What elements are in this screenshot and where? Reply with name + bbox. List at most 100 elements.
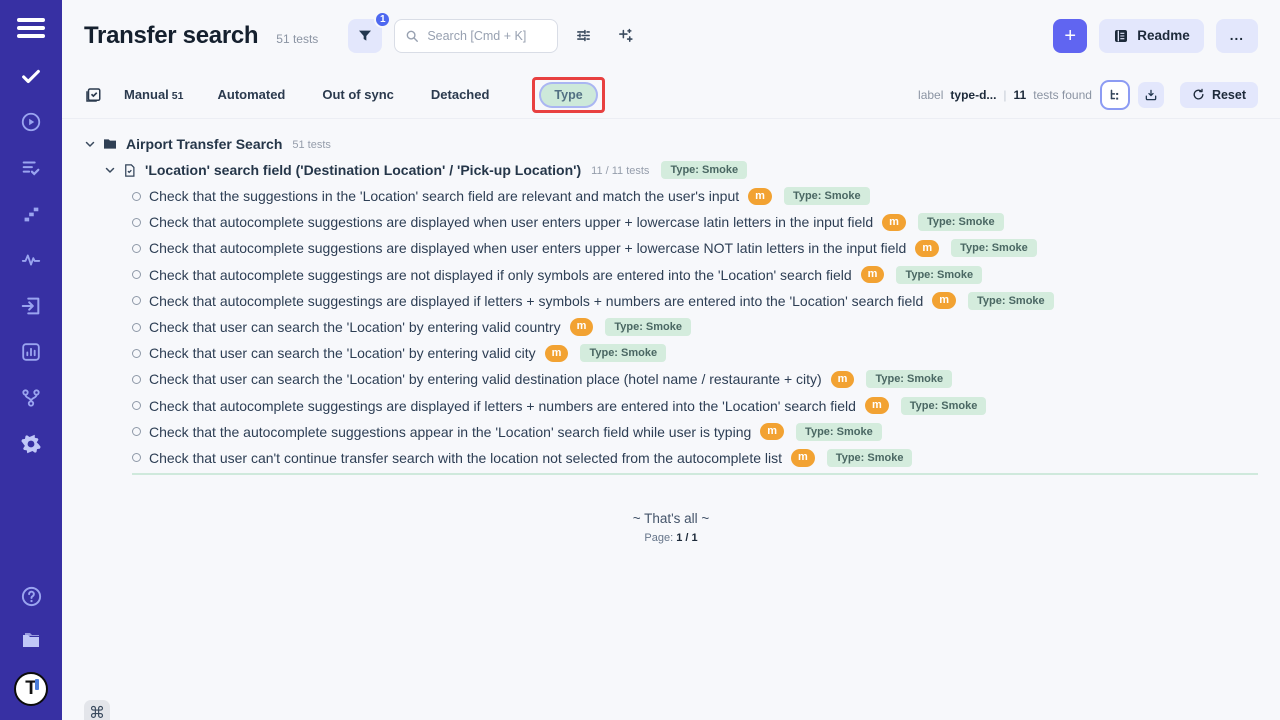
- ai-sparkles-button[interactable]: [608, 19, 642, 53]
- test-title: Check that the suggestions in the 'Locat…: [149, 188, 739, 204]
- view-settings-button[interactable]: [566, 19, 600, 53]
- tabbar: Manual51 Automated Out of sync Detached …: [62, 71, 1280, 119]
- tree-view-button[interactable]: [1102, 82, 1128, 108]
- test-title: Check that the autocomplete suggestions …: [149, 424, 751, 440]
- select-tests-icon[interactable]: [84, 86, 102, 104]
- tab-item[interactable]: Out of sync: [322, 87, 397, 102]
- type-badge: Type: Smoke: [896, 266, 982, 284]
- test-row[interactable]: Check that autocomplete suggestions are …: [132, 235, 1258, 261]
- type-filter-chip[interactable]: Type: [541, 84, 595, 106]
- test-title: Check that user can search the 'Location…: [149, 371, 822, 387]
- test-row[interactable]: Check that the autocomplete suggestions …: [132, 419, 1258, 445]
- tests-count: 51 tests: [276, 32, 318, 46]
- tests-check-icon[interactable]: [19, 64, 43, 88]
- filter-count-badge: 1: [374, 11, 391, 28]
- test-row[interactable]: Check that autocomplete suggestions are …: [132, 209, 1258, 235]
- sliders-icon: [575, 27, 592, 44]
- test-status-circle-icon: [132, 323, 141, 332]
- type-badge: Type: Smoke: [901, 397, 987, 415]
- reset-label: Reset: [1212, 88, 1246, 102]
- avatar-t[interactable]: T: [14, 672, 48, 706]
- type-badge: Type: Smoke: [866, 370, 952, 388]
- test-list: Check that the suggestions in the 'Locat…: [132, 183, 1258, 475]
- test-status-circle-icon: [132, 192, 141, 201]
- test-row[interactable]: Check that autocomplete suggestings are …: [132, 393, 1258, 419]
- folder-name: Airport Transfer Search: [126, 136, 282, 152]
- test-row[interactable]: Check that user can't continue transfer …: [132, 445, 1258, 471]
- test-row[interactable]: Check that autocomplete suggestings are …: [132, 262, 1258, 288]
- test-status-circle-icon: [132, 296, 141, 305]
- tab-list: Manual51 Automated Out of sync Detached: [124, 87, 526, 102]
- folder-row[interactable]: Airport Transfer Search 51 tests: [84, 131, 1258, 157]
- test-title: Check that user can search the 'Location…: [149, 345, 536, 361]
- page-title: Transfer search: [84, 22, 258, 50]
- bar-chart-icon[interactable]: [19, 340, 43, 364]
- tab-item[interactable]: Manual51: [124, 87, 183, 102]
- folder-count: 51 tests: [292, 139, 331, 151]
- type-badge: Type: Smoke: [968, 292, 1054, 310]
- test-status-circle-icon: [132, 427, 141, 436]
- type-badge: Type: Smoke: [951, 239, 1037, 257]
- manual-badge: m: [545, 345, 569, 362]
- readme-button[interactable]: Readme: [1099, 19, 1204, 53]
- manual-badge: m: [882, 214, 906, 231]
- pulse-icon[interactable]: [19, 248, 43, 272]
- test-row[interactable]: Check that the suggestions in the 'Locat…: [132, 183, 1258, 209]
- sidebar: T: [0, 0, 62, 720]
- suite-count: 11 / 11 tests: [591, 165, 649, 177]
- filter-summary: label type-d... | 11 tests found: [918, 88, 1092, 102]
- test-status-circle-icon: [132, 375, 141, 384]
- import-icon[interactable]: [19, 294, 43, 318]
- suite-type-badge: Type: Smoke: [661, 161, 747, 179]
- search-input[interactable]: [427, 29, 547, 43]
- type-badge: Type: Smoke: [796, 423, 882, 441]
- list-check-icon[interactable]: [19, 156, 43, 180]
- manual-badge: m: [570, 318, 594, 335]
- test-title: Check that autocomplete suggestings are …: [149, 293, 923, 309]
- test-row[interactable]: Check that user can search the 'Location…: [132, 366, 1258, 392]
- type-badge: Type: Smoke: [827, 449, 913, 467]
- search-box[interactable]: [394, 19, 558, 53]
- folder-icon: [102, 136, 118, 152]
- search-icon: [405, 29, 419, 43]
- found-count: 11: [1014, 88, 1027, 102]
- test-row[interactable]: Check that user can search the 'Location…: [132, 314, 1258, 340]
- more-button[interactable]: ...: [1216, 19, 1258, 53]
- projects-folder-icon[interactable]: [19, 628, 43, 652]
- add-button[interactable]: +: [1053, 19, 1087, 53]
- page-indicator: Page: 1 / 1: [84, 532, 1258, 544]
- gear-icon[interactable]: [19, 432, 43, 456]
- command-shortcut-button[interactable]: ⌘: [84, 700, 110, 720]
- test-row[interactable]: Check that user can search the 'Location…: [132, 340, 1258, 366]
- suite-name: 'Location' search field ('Destination Lo…: [145, 162, 581, 178]
- test-tree: Airport Transfer Search 51 tests 'Locati…: [62, 119, 1280, 544]
- branch-icon[interactable]: [19, 386, 43, 410]
- tab-item[interactable]: Automated: [217, 87, 288, 102]
- manual-badge: m: [861, 266, 885, 283]
- test-row[interactable]: Check that autocomplete suggestings are …: [132, 288, 1258, 314]
- chevron-down-icon[interactable]: [104, 164, 116, 176]
- refresh-icon: [1192, 88, 1205, 101]
- steps-icon[interactable]: [19, 202, 43, 226]
- list-footer: ~ That's all ~ Page: 1 / 1: [84, 511, 1258, 544]
- type-badge: Type: Smoke: [580, 344, 666, 362]
- chevron-down-icon[interactable]: [84, 138, 96, 150]
- menu-icon[interactable]: [17, 14, 45, 42]
- manual-badge: m: [760, 423, 784, 440]
- header: Transfer search 51 tests 1: [62, 0, 1280, 71]
- play-circle-icon[interactable]: [19, 110, 43, 134]
- reset-button[interactable]: Reset: [1180, 82, 1258, 108]
- help-icon[interactable]: [19, 584, 43, 608]
- tab-item[interactable]: Detached: [431, 87, 493, 102]
- type-badge: Type: Smoke: [918, 213, 1004, 231]
- suite-row[interactable]: 'Location' search field ('Destination Lo…: [104, 157, 1258, 183]
- download-button[interactable]: [1138, 82, 1164, 108]
- type-chip-annotation-box: Type: [532, 77, 604, 113]
- filter-icon: [357, 28, 373, 44]
- test-status-circle-icon: [132, 453, 141, 462]
- manual-badge: m: [932, 292, 956, 309]
- tree-view-icon: [1108, 88, 1122, 102]
- manual-badge: m: [748, 188, 772, 205]
- download-icon: [1144, 88, 1158, 102]
- main-area: Transfer search 51 tests 1: [62, 0, 1280, 720]
